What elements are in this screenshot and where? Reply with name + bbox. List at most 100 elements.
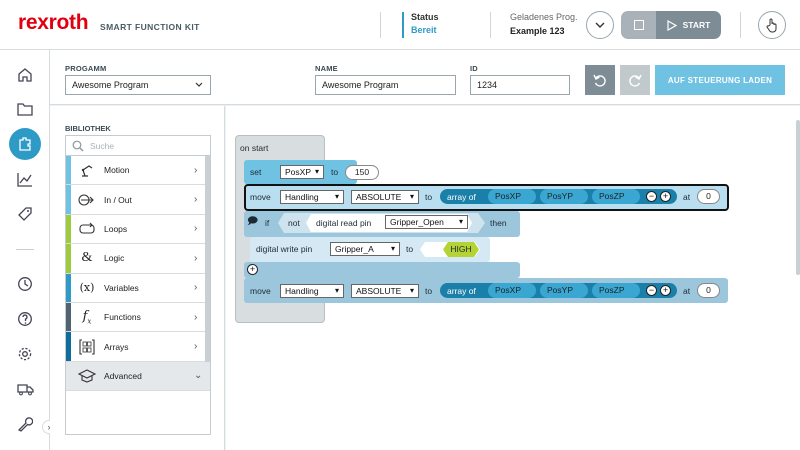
- if-label: if: [265, 218, 270, 228]
- status-label: Status: [411, 12, 439, 22]
- nav-settings[interactable]: [9, 338, 41, 370]
- nav-service[interactable]: [9, 408, 41, 440]
- library-item-arrays[interactable]: Arrays ›: [66, 332, 210, 362]
- library-item-logic[interactable]: & Logic ›: [66, 244, 210, 274]
- nav-history[interactable]: [9, 268, 41, 300]
- write-pin-dropdown[interactable]: Gripper_A: [330, 242, 400, 256]
- rexroth-logo: rexroth: [18, 11, 89, 34]
- posx-variable[interactable]: PosXP: [488, 189, 536, 204]
- library-search-input[interactable]: Suche: [66, 136, 210, 156]
- program-icon: [19, 137, 31, 151]
- program-select[interactable]: Awesome Program: [65, 75, 211, 95]
- nav-analysis[interactable]: [9, 163, 41, 195]
- library-item-motion[interactable]: Motion ›: [66, 156, 210, 186]
- io-icon: [78, 194, 94, 206]
- category-color-bar: [66, 185, 71, 214]
- remove-item-button[interactable]: −: [646, 191, 657, 202]
- stop-icon: [633, 20, 644, 30]
- id-label: ID: [470, 64, 478, 73]
- status-value: Bereit: [411, 25, 437, 35]
- touch-mode-button[interactable]: [758, 11, 786, 39]
- add-else-button[interactable]: +: [247, 264, 258, 275]
- posz-variable[interactable]: PosZP: [592, 189, 640, 204]
- chart-icon: [17, 172, 32, 187]
- posy-variable[interactable]: PosYP: [540, 189, 588, 204]
- to-label: to: [425, 192, 433, 202]
- undo-button[interactable]: [585, 65, 615, 95]
- nav-files[interactable]: [9, 93, 41, 125]
- id-input[interactable]: 1234: [470, 75, 570, 95]
- library-panel: Suche Motion › In / Out › Loops › & Logi…: [65, 135, 211, 435]
- divider: [490, 12, 491, 38]
- on-start-label: on start: [240, 143, 269, 153]
- posy-variable[interactable]: PosYP: [540, 283, 588, 298]
- status-block: Status Bereit: [402, 12, 439, 38]
- library-item-label: Arrays: [104, 341, 129, 352]
- nav-tags[interactable]: [9, 198, 41, 230]
- loaded-program-value: Example 123: [510, 26, 565, 36]
- array-icon: [79, 338, 95, 355]
- category-color-bar: [66, 244, 71, 273]
- comment-icon[interactable]: 🗩: [247, 214, 258, 231]
- undo-icon: [593, 74, 606, 87]
- mode-dropdown[interactable]: ABSOLUTE: [351, 284, 419, 298]
- axis-dropdown[interactable]: Handling: [280, 284, 344, 298]
- not-label: not: [288, 218, 300, 228]
- remove-item-button[interactable]: −: [646, 285, 657, 296]
- redo-button[interactable]: [620, 65, 650, 95]
- wrench-icon: [17, 417, 33, 432]
- chevron-down-icon: [195, 82, 203, 87]
- kit-label: SMART FUNCTION KIT: [100, 22, 200, 32]
- nav-delivery[interactable]: [9, 373, 41, 405]
- category-color-bar: [66, 362, 71, 390]
- run-controls: START: [621, 11, 721, 39]
- library-item-advanced[interactable]: Advanced ⌄: [66, 361, 210, 392]
- read-pin-dropdown[interactable]: Gripper_Open: [385, 215, 468, 229]
- nav-program[interactable]: [9, 128, 41, 160]
- divider: [740, 12, 741, 38]
- history-icon: [18, 277, 32, 291]
- posz-variable[interactable]: PosZP: [592, 283, 640, 298]
- set-variable-dropdown[interactable]: PosXP: [280, 165, 324, 179]
- library-scrollbar[interactable]: [205, 156, 210, 362]
- add-item-button[interactable]: +: [660, 285, 671, 296]
- then-label: then: [490, 218, 507, 228]
- library-item-label: Advanced: [104, 370, 142, 381]
- array-of-label: array of: [447, 286, 476, 296]
- category-color-bar: [66, 214, 71, 244]
- help-icon: [18, 312, 32, 326]
- at-value-input[interactable]: 0: [697, 189, 720, 204]
- add-item-button[interactable]: +: [660, 191, 671, 202]
- at-value-input[interactable]: 0: [697, 283, 720, 298]
- nav-help[interactable]: [9, 303, 41, 335]
- program-select-label: PROGAMM: [65, 64, 107, 73]
- name-input[interactable]: Awesome Program: [315, 75, 456, 95]
- workspace-scrollbar[interactable]: [796, 120, 800, 275]
- posx-variable[interactable]: PosXP: [488, 283, 536, 298]
- set-value-input[interactable]: 150: [345, 165, 379, 180]
- library-item-loops[interactable]: Loops ›: [66, 214, 210, 245]
- at-label: at: [683, 192, 691, 202]
- graduation-cap-icon: [78, 369, 96, 383]
- truck-icon: [16, 384, 34, 396]
- load-to-controller-button[interactable]: AUF STEUERUNG LADEN: [655, 65, 785, 95]
- start-button[interactable]: START: [656, 11, 721, 39]
- nav-home[interactable]: [9, 58, 41, 90]
- array-of-label: array of: [447, 192, 476, 202]
- loaded-program: Geladenes Prog. Example 123: [510, 12, 578, 36]
- library-item-label: Loops: [104, 223, 128, 234]
- library-item-functions[interactable]: fx Functions ›: [66, 302, 210, 333]
- library-item-in-out[interactable]: In / Out ›: [66, 185, 210, 215]
- program-dropdown-button[interactable]: [586, 11, 614, 39]
- axis-dropdown[interactable]: Handling: [280, 190, 344, 204]
- to-label: to: [425, 286, 433, 296]
- robot-arm-icon: [81, 165, 93, 177]
- mode-dropdown[interactable]: ABSOLUTE: [351, 190, 419, 204]
- category-color-bar: [66, 273, 71, 302]
- stop-button[interactable]: [621, 11, 656, 39]
- if-block-footer: [244, 262, 520, 278]
- top-header: rexroth SMART FUNCTION KIT Status Bereit…: [0, 0, 800, 50]
- high-value-block[interactable]: HIGH: [443, 242, 479, 257]
- library-item-variables[interactable]: (x) Variables ›: [66, 273, 210, 303]
- divider: [380, 12, 381, 38]
